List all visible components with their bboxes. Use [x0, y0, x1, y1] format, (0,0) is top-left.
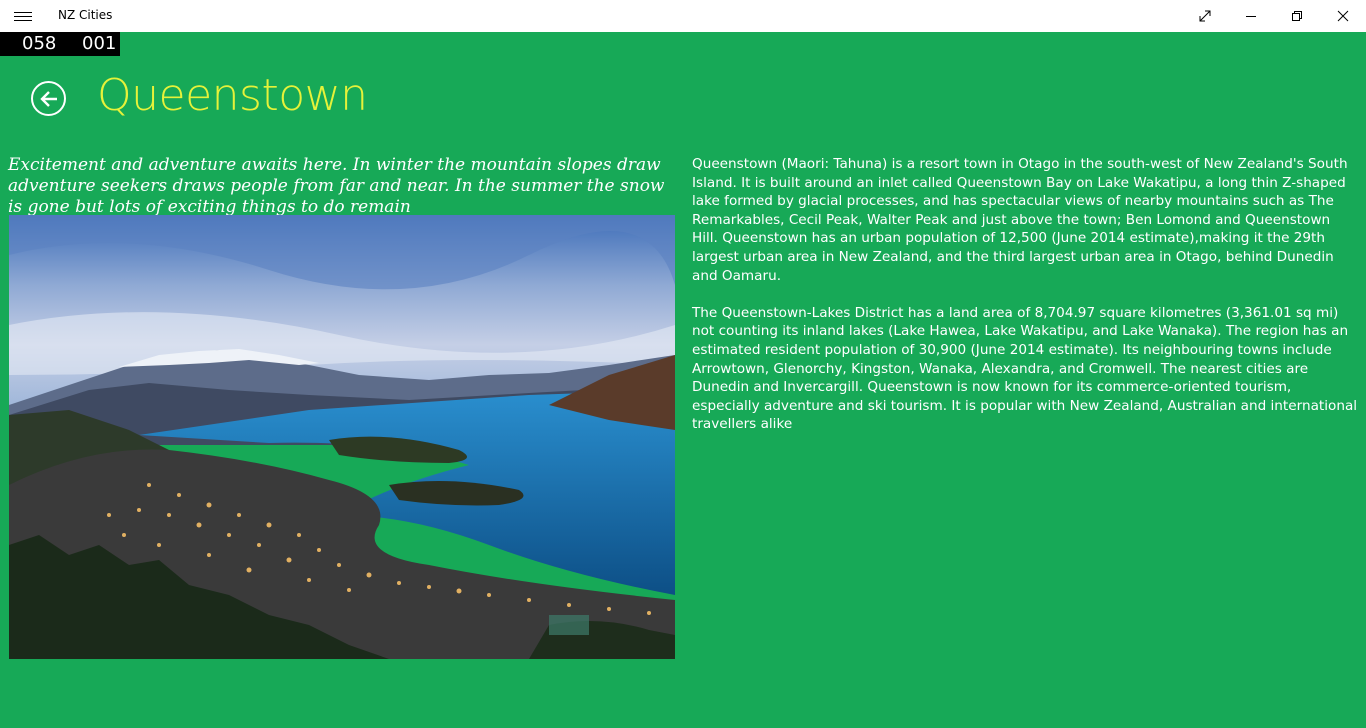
fullscreen-icon: [1199, 10, 1211, 22]
minimize-icon: [1246, 16, 1256, 17]
frame-counter-right: 001: [82, 33, 117, 54]
description-paragraph: The Queenstown-Lakes District has a land…: [692, 304, 1358, 433]
restore-icon: [1292, 11, 1302, 21]
back-button[interactable]: [31, 81, 66, 116]
fullscreen-button[interactable]: [1182, 0, 1228, 32]
frame-counter-left: 058: [22, 33, 57, 54]
close-button[interactable]: [1320, 0, 1366, 32]
city-tagline: Excitement and adventure awaits here. In…: [8, 155, 665, 217]
hamburger-icon[interactable]: [10, 6, 36, 26]
page-title: Queenstown: [97, 70, 368, 121]
close-icon: [1337, 10, 1349, 22]
frame-rate-counter: 058 001: [0, 32, 120, 56]
restore-button[interactable]: [1274, 0, 1320, 32]
arrow-left-icon: [39, 90, 57, 107]
title-bar: NZ Cities: [0, 0, 1366, 32]
description-paragraph: Queenstown (Maori: Tahuna) is a resort t…: [692, 156, 1348, 284]
queenstown-photo: [9, 215, 675, 659]
minimize-button[interactable]: [1228, 0, 1274, 32]
app-title: NZ Cities: [58, 8, 113, 22]
city-description: Queenstown (Maori: Tahuna) is a resort t…: [692, 155, 1358, 453]
